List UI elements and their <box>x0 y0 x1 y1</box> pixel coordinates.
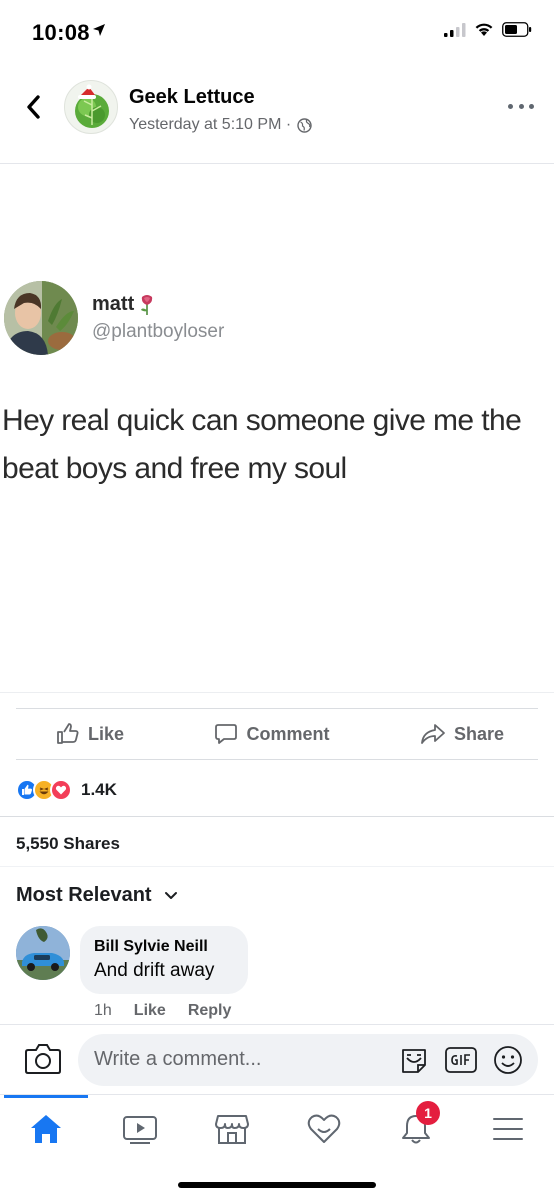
comment-like-button[interactable]: Like <box>134 1002 166 1020</box>
comment-sort-dropdown[interactable]: Most Relevant <box>16 884 178 907</box>
comment-input[interactable]: Write a comment... <box>78 1034 538 1086</box>
share-label: Share <box>453 723 504 744</box>
tweet-handle: @plantboyloser <box>92 321 225 342</box>
comment-label: Comment <box>246 723 330 744</box>
composer-icons <box>398 1044 524 1076</box>
status-icons <box>444 22 532 37</box>
notifications-badge: 1 <box>416 1101 440 1125</box>
home-icon <box>31 1115 61 1143</box>
comment-bubble[interactable]: Bill Sylvie Neill And drift away <box>80 926 248 994</box>
comment-text: And drift away <box>94 960 215 981</box>
tab-notifications[interactable]: 1 <box>396 1101 440 1149</box>
lettuce-logo-icon <box>75 84 109 128</box>
status-bar: 10:08 <box>0 0 554 66</box>
page-name[interactable]: Geek Lettuce <box>129 86 255 109</box>
tab-watch[interactable] <box>120 1109 160 1149</box>
post-timestamp: Yesterday at 5:10 PM · <box>129 116 292 133</box>
person-photo-icon <box>4 281 78 355</box>
chevron-down-icon <box>164 892 177 899</box>
share-count[interactable]: 5,550 Shares <box>16 834 120 854</box>
signal-icon <box>444 22 466 37</box>
tab-dating[interactable] <box>304 1109 344 1149</box>
dating-icon <box>307 1114 341 1143</box>
menu-icon <box>493 1118 523 1140</box>
more-dot-icon <box>518 103 524 109</box>
back-button[interactable] <box>18 90 48 124</box>
divider <box>0 816 554 817</box>
love-reaction-icon <box>50 779 72 801</box>
reaction-summary[interactable]: 1.4K <box>16 776 117 804</box>
reaction-count: 1.4K <box>81 780 117 799</box>
tab-home[interactable] <box>26 1109 66 1149</box>
battery-icon <box>502 22 532 37</box>
bottom-tab-bar: 1 <box>0 1094 554 1164</box>
emoji-icon[interactable] <box>492 1044 524 1076</box>
tweet-author-name: matt <box>92 293 156 316</box>
divider <box>0 866 554 867</box>
status-time: 10:08 <box>32 20 90 45</box>
wifi-icon <box>475 23 493 36</box>
more-options-button[interactable] <box>508 96 534 116</box>
comment-input-placeholder: Write a comment... <box>94 1048 262 1070</box>
chevron-left-icon <box>27 95 40 119</box>
camera-icon <box>25 1044 61 1074</box>
comment-button[interactable]: Comment <box>214 722 330 746</box>
like-label: Like <box>88 723 125 744</box>
more-dot-icon <box>529 103 534 109</box>
post-action-bar: Like Comment Share <box>16 708 538 760</box>
tweet-avatar <box>4 281 78 355</box>
tweet-author-label: matt <box>92 293 135 315</box>
post-image[interactable]: matt @plantboyloser Hey real quick can s… <box>0 165 554 693</box>
video-icon <box>123 1116 157 1144</box>
home-indicator[interactable] <box>178 1182 376 1188</box>
commenter-avatar[interactable] <box>16 926 70 980</box>
rose-icon <box>141 294 153 315</box>
tab-marketplace[interactable] <box>212 1109 252 1149</box>
post-meta: Yesterday at 5:10 PM · <box>129 116 312 134</box>
comment-reply-button[interactable]: Reply <box>188 1002 232 1020</box>
comment-meta: 1h Like Reply <box>94 1002 231 1020</box>
globe-icon <box>297 117 312 133</box>
comment-sort-label: Most Relevant <box>16 884 152 906</box>
thumbs-up-icon <box>57 723 79 744</box>
like-button[interactable]: Like <box>56 722 124 746</box>
more-dot-icon <box>508 103 513 109</box>
active-tab-indicator <box>4 1095 88 1098</box>
speech-bubble-icon <box>215 724 238 744</box>
divider <box>0 1024 554 1025</box>
comment-time: 1h <box>94 1002 112 1019</box>
gif-icon[interactable] <box>444 1045 478 1075</box>
share-button[interactable]: Share <box>420 723 504 745</box>
tab-menu[interactable] <box>488 1109 528 1149</box>
location-arrow-icon <box>93 24 105 36</box>
marketplace-icon <box>215 1115 249 1144</box>
post-header: Geek Lettuce Yesterday at 5:10 PM · <box>0 66 554 164</box>
car-photo-icon <box>16 926 70 980</box>
comment-author[interactable]: Bill Sylvie Neill <box>94 938 248 956</box>
camera-button[interactable] <box>24 1042 62 1076</box>
tweet-text: Hey real quick can someone give me the b… <box>2 404 522 485</box>
share-arrow-icon <box>421 724 445 744</box>
avatar-sticker-icon[interactable] <box>398 1044 430 1076</box>
page-avatar[interactable] <box>64 80 118 134</box>
